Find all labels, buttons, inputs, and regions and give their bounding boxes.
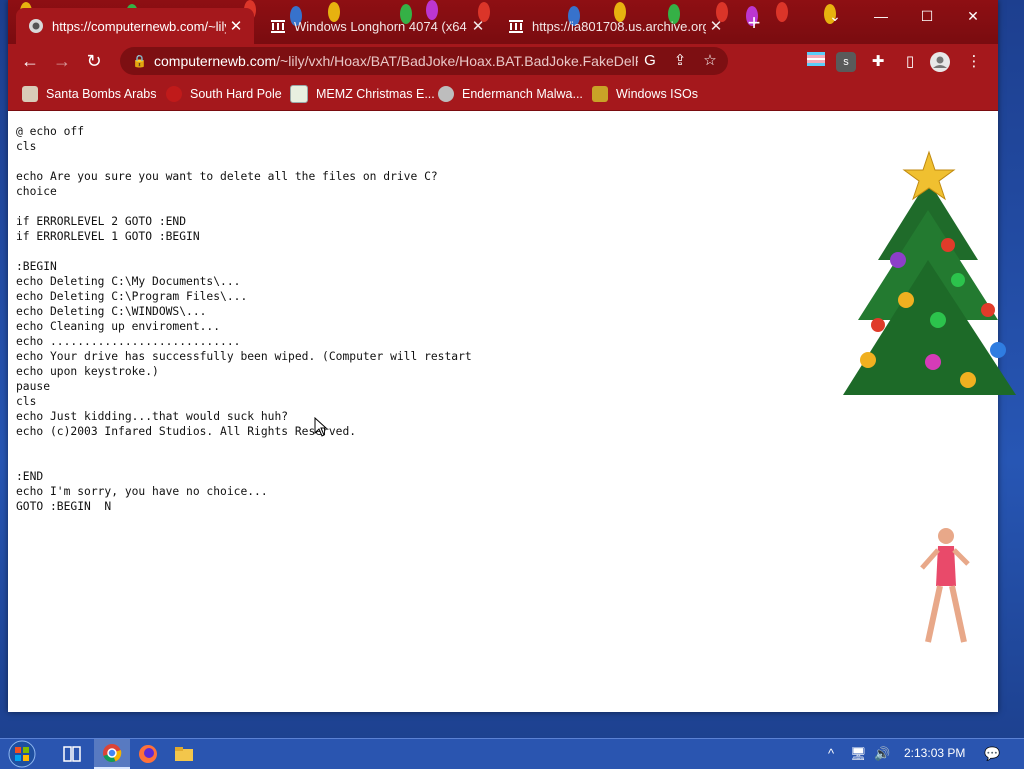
- browser-toolbar: ← → ↻ 🔒 computernewb.com/~lily/vxh/Hoax/…: [8, 44, 998, 78]
- account-avatar-icon[interactable]: [930, 52, 950, 72]
- volume-icon[interactable]: 🔊: [874, 746, 890, 762]
- tab-label: https://computernewb.com/~lily/vxh/Hoax/…: [52, 18, 226, 34]
- bookmark-memz-christmas[interactable]: MEMZ Christmas E...: [290, 84, 435, 104]
- network-icon[interactable]: 🖥: [850, 746, 867, 762]
- back-arrow-icon[interactable]: ←: [18, 50, 42, 72]
- bookmarks-bar: Santa Bombs Arabs South Hard Pole MEMZ C…: [8, 78, 998, 111]
- google-lens-icon[interactable]: G: [638, 49, 662, 73]
- tab-archive-org[interactable]: https://ia801708.us.archive.org/ ✕: [496, 8, 734, 44]
- forward-arrow-icon[interactable]: →: [50, 50, 74, 72]
- bookmark-south-hard-pole[interactable]: South Hard Pole: [166, 84, 282, 104]
- title-bar: https://computernewb.com/~lily/vxh/Hoax/…: [8, 0, 998, 44]
- windows-orb-icon: [8, 740, 36, 768]
- archive-building-icon: [509, 20, 523, 33]
- address-bar[interactable]: 🔒 computernewb.com/~lily/vxh/Hoax/BAT/Ba…: [120, 47, 728, 75]
- close-window-button[interactable]: ✕: [950, 4, 996, 28]
- close-tab-icon[interactable]: ✕: [706, 17, 726, 35]
- bookmark-windows-isos[interactable]: Windows ISOs: [592, 84, 698, 104]
- taskbar-clock[interactable]: 2:13:03 PM: [904, 746, 965, 760]
- mouse-cursor-icon: [314, 417, 328, 437]
- archive-building-icon: [271, 20, 285, 33]
- taskbar: ^ 🖥 🔊 2:13:03 PM 💬: [0, 738, 1024, 769]
- close-tab-icon[interactable]: ✕: [226, 17, 246, 35]
- menu-kebab-icon[interactable]: ⋮: [964, 52, 984, 72]
- bookmark-label: Santa Bombs Arabs: [46, 87, 157, 101]
- firefox-icon: [139, 745, 157, 763]
- batch-file-source: @ echo off cls echo Are you sure you wan…: [16, 125, 472, 513]
- url-path: /~lily/vxh/Hoax/BAT/BadJoke/Hoax.BAT.Bad…: [276, 53, 638, 69]
- bookmark-endermanch[interactable]: Endermanch Malwa...: [438, 84, 583, 104]
- file-explorer-taskbar-button[interactable]: [166, 739, 202, 769]
- extensions-puzzle-icon[interactable]: ✚: [868, 52, 888, 72]
- side-panel-icon[interactable]: ▯: [900, 52, 920, 72]
- notifications-icon[interactable]: 💬: [984, 746, 1000, 762]
- show-hidden-icons-chevron-icon[interactable]: ^: [828, 746, 834, 761]
- bookmark-label: Endermanch Malwa...: [462, 87, 583, 101]
- close-tab-icon[interactable]: ✕: [468, 17, 488, 35]
- gold-figure-icon: [592, 86, 608, 102]
- reload-icon[interactable]: ↻: [82, 50, 106, 72]
- task-view-button[interactable]: [54, 739, 90, 769]
- bookmark-santa-bombs-arabs[interactable]: Santa Bombs Arabs: [22, 84, 156, 104]
- lock-icon: 🔒: [132, 54, 147, 68]
- new-tab-button[interactable]: +: [742, 12, 766, 36]
- bookmark-label: Windows ISOs: [616, 87, 698, 101]
- start-button[interactable]: [4, 739, 40, 769]
- tab-label: https://ia801708.us.archive.org/: [532, 18, 706, 34]
- bookmark-label: South Hard Pole: [190, 87, 282, 101]
- firefox-taskbar-button[interactable]: [130, 739, 166, 769]
- minimize-button[interactable]: —: [858, 4, 904, 28]
- tab-computernewb[interactable]: https://computernewb.com/~lily/vxh/Hoax/…: [16, 8, 254, 44]
- maximize-button[interactable]: ☐: [904, 4, 950, 28]
- profile-extension-icon[interactable]: s: [836, 52, 856, 72]
- chrome-icon: [103, 744, 122, 763]
- red-ornament-icon: [166, 86, 182, 102]
- tab-label: Windows Longhorn 4074 (x64 Build): [294, 18, 468, 34]
- chrome-taskbar-button[interactable]: [94, 739, 130, 769]
- tab-search-dropdown-icon[interactable]: ⌄: [812, 4, 858, 28]
- folder-icon: [175, 747, 193, 761]
- image-icon: [290, 85, 308, 103]
- tab-windows-longhorn[interactable]: Windows Longhorn 4074 (x64 Build) ✕: [258, 8, 496, 44]
- bookmark-star-icon[interactable]: ☆: [698, 49, 722, 73]
- christmas-tree-decoration: [843, 150, 1016, 395]
- url-host: computernewb.com: [154, 53, 277, 69]
- computernewb-favicon-icon: [29, 19, 43, 33]
- bookmark-label: MEMZ Christmas E...: [316, 87, 435, 101]
- share-icon[interactable]: ⇪: [668, 49, 692, 73]
- url-text[interactable]: computernewb.com/~lily/vxh/Hoax/BAT/BadJ…: [154, 53, 638, 69]
- santa-icon: [22, 86, 38, 102]
- trans-flag-extension-icon[interactable]: [806, 52, 826, 72]
- task-view-icon: [63, 746, 81, 762]
- dancing-person-animation: [920, 528, 970, 643]
- raccoon-icon: [438, 86, 454, 102]
